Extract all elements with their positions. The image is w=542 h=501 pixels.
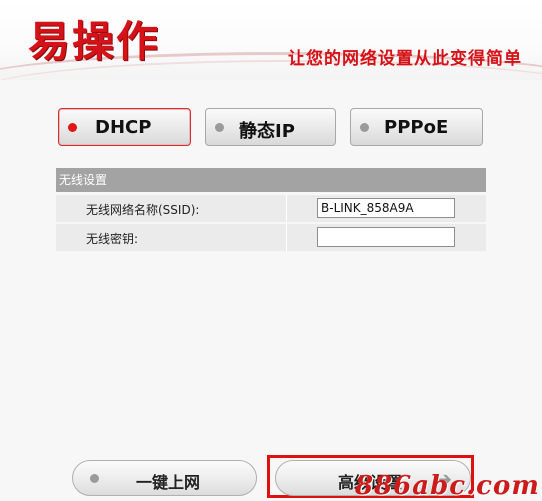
tab-static-ip[interactable]: 静态IP: [205, 108, 336, 146]
radio-dot-icon: [215, 123, 224, 132]
tab-label: 静态IP: [239, 121, 295, 142]
quick-connect-button[interactable]: 一键上网: [72, 460, 257, 496]
header-banner: 易操作 让您的网络设置从此变得简单: [0, 0, 542, 80]
wireless-key-row: 无线密钥:: [56, 224, 486, 251]
tab-label: PPPoE: [384, 117, 449, 138]
ssid-input[interactable]: [317, 198, 455, 218]
logo: 易操作: [28, 17, 161, 66]
tab-pppoe[interactable]: PPPoE: [350, 108, 483, 146]
slogan: 让您的网络设置从此变得简单: [288, 49, 522, 69]
column-divider: [286, 224, 287, 251]
tab-dhcp[interactable]: DHCP: [58, 108, 191, 146]
quick-connect-label: 一键上网: [136, 473, 201, 492]
radio-dot-icon: [360, 123, 369, 132]
wireless-key-label: 无线密钥:: [86, 232, 139, 246]
watermark: 886abc.com: [355, 471, 540, 501]
ssid-row: 无线网络名称(SSID):: [56, 195, 486, 222]
radio-dot-icon: [90, 474, 99, 483]
radio-dot-icon: [68, 123, 77, 132]
ssid-label: 无线网络名称(SSID):: [86, 203, 200, 217]
tab-label: DHCP: [95, 117, 152, 138]
wireless-key-input[interactable]: [317, 227, 455, 247]
column-divider: [286, 195, 287, 222]
wireless-section-title: 无线设置: [56, 168, 486, 192]
